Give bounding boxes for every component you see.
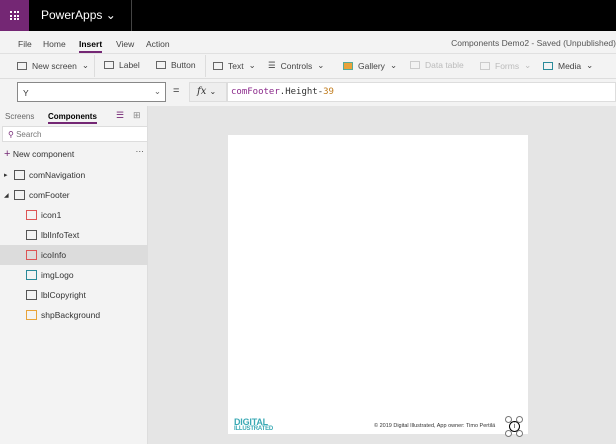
divider <box>205 55 206 77</box>
tab-components[interactable]: Components <box>48 112 97 124</box>
collapse-icon[interactable]: ◢ <box>4 192 14 199</box>
tree-item-comNavigation[interactable]: ▸ comNavigation <box>0 165 148 185</box>
new-component-button[interactable]: + New component ··· <box>4 146 145 160</box>
menu-action[interactable]: Action <box>146 39 170 49</box>
app-launcher-icon[interactable] <box>0 0 29 31</box>
tree-view-panel: Screens Components ☰ ⊞ ⚲ Search + New co… <box>0 106 148 444</box>
top-bar: PowerApps ⌄ <box>0 0 616 31</box>
list-view-icon[interactable]: ☰ <box>116 110 124 121</box>
label-icon <box>26 230 37 240</box>
plus-icon: + <box>4 148 11 160</box>
menu-insert[interactable]: Insert <box>79 39 103 53</box>
search-icon: ⚲ <box>8 130 14 139</box>
app-name[interactable]: PowerApps ⌄ <box>41 8 116 22</box>
formula-input[interactable]: comFooter.Height-39 <box>227 82 616 102</box>
form-icon <box>480 61 490 70</box>
tree-item-lblCopyright[interactable]: lblCopyright <box>0 285 148 305</box>
icon-control-icon <box>26 210 37 220</box>
image-icon <box>543 61 553 70</box>
forms-button[interactable]: Forms ⌄ <box>480 60 531 71</box>
more-icon[interactable]: ··· <box>136 146 145 156</box>
search-input[interactable]: ⚲ Search <box>2 126 148 142</box>
icon-control-icon <box>26 250 37 260</box>
new-screen-button[interactable]: New screen ⌄ <box>17 60 89 71</box>
text-icon <box>213 61 223 70</box>
divider <box>94 55 95 77</box>
image-icon <box>26 270 37 280</box>
button-button[interactable]: Button <box>156 60 196 70</box>
shape-icon <box>26 310 37 320</box>
resize-handle[interactable] <box>516 430 523 437</box>
menu-home[interactable]: Home <box>43 39 66 49</box>
tree-item-comFooter[interactable]: ◢ comFooter <box>0 185 148 205</box>
divider <box>131 0 132 31</box>
resize-handle[interactable] <box>505 430 512 437</box>
grid-view-icon[interactable]: ⊞ <box>133 110 141 121</box>
label-icon <box>104 61 114 69</box>
label-button[interactable]: Label <box>104 60 140 70</box>
data-table-button[interactable]: Data table <box>410 60 464 70</box>
media-button[interactable]: Media ⌄ <box>543 60 593 71</box>
sliders-icon: ☰ <box>268 60 276 70</box>
menu-file[interactable]: File <box>18 39 32 49</box>
tab-screens[interactable]: Screens <box>5 112 34 121</box>
label-icon <box>26 290 37 300</box>
tree-item-icon1[interactable]: icon1 <box>0 205 148 225</box>
table-icon <box>410 61 420 69</box>
component-canvas[interactable]: DIGITAL ILLUSTRATED © 2019 Digital Illust… <box>228 135 528 437</box>
property-dropdown[interactable]: Y ⌄ <box>17 82 166 102</box>
tree-item-imgLogo[interactable]: imgLogo <box>0 265 148 285</box>
resize-handle[interactable] <box>505 416 512 423</box>
text-button[interactable]: Text ⌄ <box>213 60 256 71</box>
chevron-down-icon: ⌄ <box>153 86 161 96</box>
tree-item-icoInfo[interactable]: icoInfo <box>0 245 148 265</box>
gallery-button[interactable]: Gallery ⌄ <box>343 60 397 71</box>
component-icon <box>14 190 25 200</box>
document-title: Components Demo2 - Saved (Unpublished) <box>451 38 616 48</box>
resize-handle[interactable] <box>516 416 523 423</box>
equals-sign: = <box>173 85 180 97</box>
expand-icon[interactable]: ▸ <box>4 171 14 179</box>
gallery-icon <box>343 61 353 70</box>
controls-button[interactable]: ☰ Controls ⌄ <box>268 60 324 71</box>
tree-item-shpBackground[interactable]: shpBackground <box>0 305 148 325</box>
copyright-label: © 2019 Digital Illustrated, App owner: T… <box>374 423 496 429</box>
component-icon <box>14 170 25 180</box>
fx-button[interactable]: fx ⌄ <box>189 82 227 102</box>
menu-view[interactable]: View <box>116 39 134 49</box>
tree-item-lblInfoText[interactable]: lblInfoText <box>0 225 148 245</box>
button-icon <box>156 61 166 69</box>
screen-icon <box>17 61 27 70</box>
digital-illustrated-logo: DIGITAL ILLUSTRATED <box>234 417 274 433</box>
